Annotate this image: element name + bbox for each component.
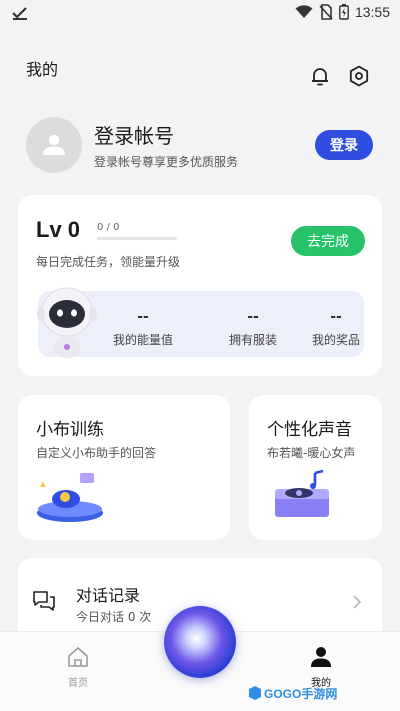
stat-outfits[interactable]: -- 拥有服装 xyxy=(208,291,298,348)
default-avatar-icon xyxy=(43,134,65,155)
wifi-icon xyxy=(295,5,313,18)
chevron-right-icon xyxy=(353,595,362,609)
bell-icon[interactable] xyxy=(308,64,332,88)
person-icon xyxy=(311,647,331,667)
voice-assistant-button[interactable] xyxy=(164,606,236,678)
home-icon xyxy=(68,647,88,667)
voice-illustration-icon xyxy=(275,469,329,517)
watermark-logo-icon xyxy=(249,686,261,700)
login-button[interactable]: 登录 xyxy=(315,130,373,160)
personalized-voice-card[interactable]: 个性化声音 布若曦-暖心女声 xyxy=(249,395,382,540)
watermark-text: GOGO手游网 xyxy=(264,686,338,701)
level-card: Lv 0 0 / 0 每日完成任务，领能量升级 去完成 -- 我的能量值 -- … xyxy=(18,195,382,376)
stat-energy[interactable]: -- 我的能量值 xyxy=(98,291,188,348)
page-title: 我的 xyxy=(26,60,59,79)
history-title: 对话记录 xyxy=(76,586,141,605)
feature-subtitle: 布若曦-暖心女声 xyxy=(267,446,356,460)
training-illustration-icon xyxy=(37,473,103,522)
feature-title: 小布训练 xyxy=(36,420,104,440)
level-progress-bar xyxy=(97,237,177,240)
no-sim-icon xyxy=(319,4,333,20)
stat-prizes[interactable]: -- 我的奖品 xyxy=(291,291,381,348)
level-title: Lv 0 xyxy=(36,217,81,242)
settings-icon[interactable] xyxy=(347,64,371,88)
nav-home-label: 首页 xyxy=(68,678,88,689)
nav-home[interactable]: 首页 xyxy=(48,646,108,689)
notification-check-icon xyxy=(12,7,27,20)
stat-label: 拥有服装 xyxy=(228,333,277,347)
stat-value: -- xyxy=(247,309,259,325)
xiaobu-training-card[interactable]: 小布训练 自定义小布助手的回答 xyxy=(18,395,230,540)
robot-mascot-icon xyxy=(37,287,97,358)
level-progress-text: 0 / 0 xyxy=(97,222,120,233)
watermark: GOGO手游网 xyxy=(248,683,337,703)
chat-icon xyxy=(33,591,55,611)
login-subtitle: 登录帐号尊享更多优质服务 xyxy=(94,155,239,169)
complete-task-button[interactable]: 去完成 xyxy=(291,226,365,256)
stat-value: -- xyxy=(137,309,149,325)
feature-subtitle: 自定义小布助手的回答 xyxy=(36,446,157,460)
battery-icon xyxy=(339,4,349,20)
feature-title: 个性化声音 xyxy=(267,420,352,440)
history-subtitle: 今日对话 0 次 xyxy=(76,610,152,624)
stat-label: 我的能量值 xyxy=(112,333,173,347)
login-title[interactable]: 登录帐号 xyxy=(94,120,174,149)
status-time: 13:55 xyxy=(354,4,390,20)
avatar[interactable] xyxy=(26,117,82,173)
stat-label: 我的奖品 xyxy=(311,333,360,347)
stat-value: -- xyxy=(330,309,342,325)
status-bar: 13:55 xyxy=(0,0,400,28)
level-description: 每日完成任务，领能量升级 xyxy=(36,255,181,269)
